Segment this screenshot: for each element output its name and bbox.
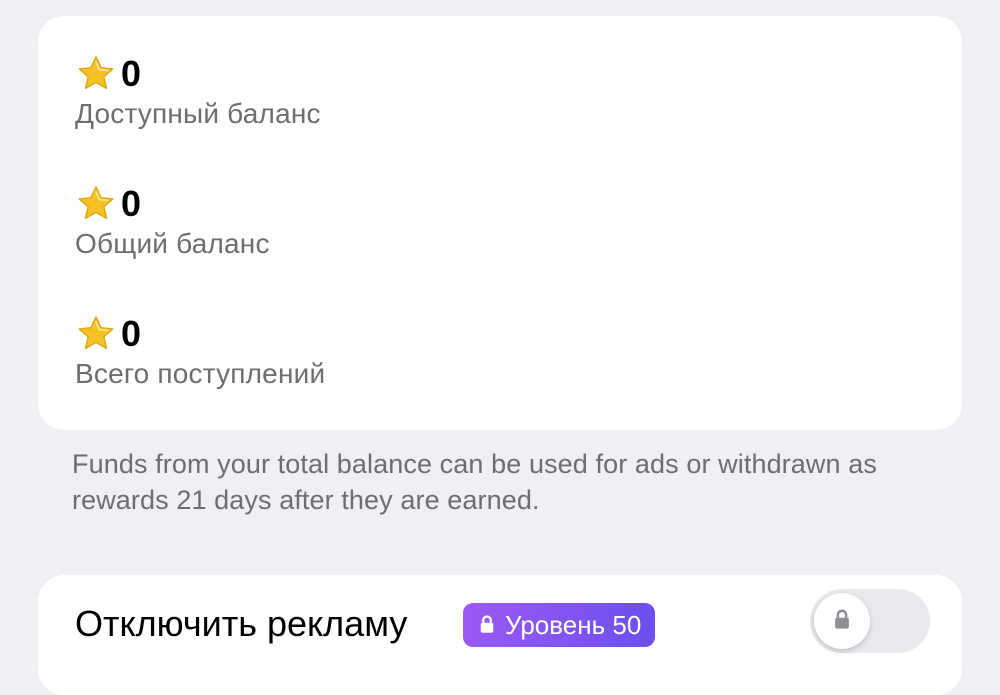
lock-icon (477, 603, 497, 647)
level-badge: Уровень 50 (463, 603, 656, 647)
lock-icon (831, 608, 853, 635)
disable-ads-toggle[interactable] (810, 589, 930, 653)
star-icon (75, 183, 117, 225)
total-income: 0 Всего поступлений (75, 310, 325, 390)
total-balance: 0 Общий баланс (75, 180, 270, 260)
toggle-knob (814, 593, 870, 649)
star-icon (75, 53, 117, 95)
funds-info-text: Funds from your total balance can be use… (72, 449, 877, 515)
balance-label: Всего поступлений (75, 358, 326, 389)
available-balance: 0 Доступный баланс (75, 50, 321, 130)
balance-card: 0 Доступный баланс 0 Общий баланс 0 Всег… (38, 16, 962, 430)
disable-ads-row[interactable]: Отключить рекламу Уровень 50 (38, 575, 962, 695)
disable-ads-label: Отключить рекламу (75, 603, 408, 644)
level-badge-label: Уровень 50 (505, 610, 642, 640)
balance-label: Доступный баланс (75, 98, 321, 129)
balance-value: 0 (121, 183, 142, 224)
star-icon (75, 313, 117, 355)
balance-label: Общий баланс (75, 228, 270, 259)
balance-value: 0 (121, 313, 142, 354)
balance-value: 0 (121, 53, 142, 94)
